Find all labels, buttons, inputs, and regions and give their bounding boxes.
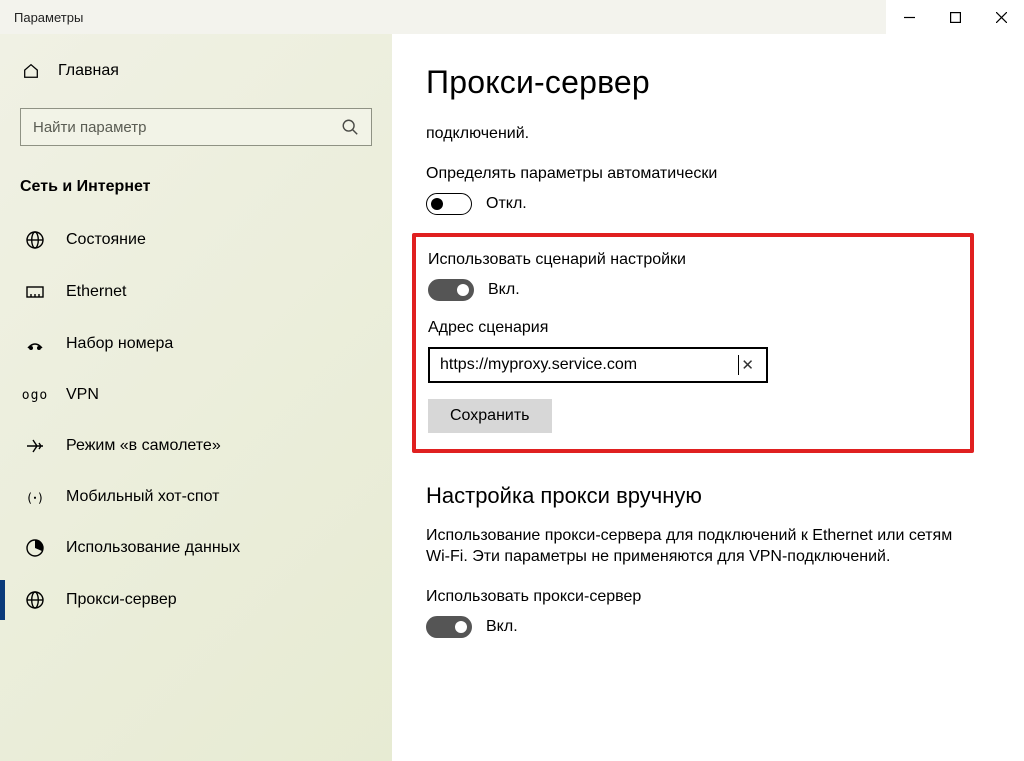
sidebar-item-dialup[interactable]: Набор номера bbox=[0, 318, 392, 370]
save-button[interactable]: Сохранить bbox=[428, 399, 552, 433]
use-script-toggle[interactable] bbox=[428, 279, 474, 301]
sidebar-item-datausage[interactable]: Использование данных bbox=[0, 522, 392, 574]
sidebar-item-label: VPN bbox=[66, 386, 99, 404]
use-proxy-state: Вкл. bbox=[486, 618, 518, 636]
home-link[interactable]: Главная bbox=[0, 54, 392, 98]
maximize-button[interactable] bbox=[932, 0, 978, 34]
close-button[interactable] bbox=[978, 0, 1024, 34]
script-address-value: https://myproxy.service.com bbox=[440, 356, 737, 374]
save-button-label: Сохранить bbox=[450, 407, 530, 424]
use-script-state: Вкл. bbox=[488, 281, 520, 299]
titlebar: Параметры bbox=[0, 0, 1024, 34]
use-proxy-label: Использовать прокси-сервер bbox=[426, 588, 956, 606]
sidebar-item-vpn[interactable]: ogo VPN bbox=[0, 370, 392, 420]
sidebar-nav: Состояние Ethernet Набор номера ogo VPN bbox=[0, 214, 392, 626]
sidebar-item-label: Прокси-сервер bbox=[66, 591, 177, 609]
airplane-icon bbox=[24, 436, 46, 456]
sidebar-item-label: Состояние bbox=[66, 231, 146, 249]
minimize-button[interactable] bbox=[886, 0, 932, 34]
sidebar-item-label: Набор номера bbox=[66, 335, 173, 353]
highlighted-section: Использовать сценарий настройки Вкл. Адр… bbox=[412, 233, 974, 453]
truncated-text: подключений. bbox=[426, 123, 956, 145]
search-placeholder: Найти параметр bbox=[33, 119, 341, 136]
globe-icon bbox=[24, 230, 46, 250]
vpn-icon: ogo bbox=[24, 388, 46, 403]
minimize-icon bbox=[904, 12, 915, 23]
content-pane: Прокси-сервер подключений. Определять па… bbox=[392, 34, 1024, 761]
sidebar-item-ethernet[interactable]: Ethernet bbox=[0, 266, 392, 318]
auto-detect-state: Откл. bbox=[486, 195, 527, 213]
sidebar-category: Сеть и Интернет bbox=[0, 170, 392, 214]
maximize-icon bbox=[950, 12, 961, 23]
sidebar-item-proxy[interactable]: Прокси-сервер bbox=[0, 574, 392, 626]
auto-detect-label: Определять параметры автоматически bbox=[426, 165, 956, 183]
page-title: Прокси-сервер bbox=[426, 64, 956, 101]
sidebar-item-status[interactable]: Состояние bbox=[0, 214, 392, 266]
ethernet-icon bbox=[24, 282, 46, 302]
home-label: Главная bbox=[58, 62, 119, 80]
window-controls bbox=[886, 0, 1024, 34]
script-address-label: Адрес сценария bbox=[428, 319, 954, 337]
search-icon bbox=[341, 118, 359, 136]
sidebar: Главная Найти параметр Сеть и Интернет С… bbox=[0, 34, 392, 761]
clear-input-button[interactable]: ✕ bbox=[739, 356, 756, 374]
search-input[interactable]: Найти параметр bbox=[20, 108, 372, 146]
dialup-icon bbox=[24, 334, 46, 354]
auto-detect-toggle[interactable] bbox=[426, 193, 472, 215]
sidebar-item-airplane[interactable]: Режим «в самолете» bbox=[0, 420, 392, 472]
manual-description: Использование прокси-сервера для подключ… bbox=[426, 525, 956, 568]
manual-heading: Настройка прокси вручную bbox=[426, 483, 956, 509]
use-proxy-toggle[interactable] bbox=[426, 616, 472, 638]
sidebar-item-label: Мобильный хот-спот bbox=[66, 488, 219, 506]
sidebar-item-label: Использование данных bbox=[66, 539, 240, 557]
sidebar-item-label: Режим «в самолете» bbox=[66, 437, 221, 455]
data-usage-icon bbox=[24, 538, 46, 558]
script-address-input[interactable]: https://myproxy.service.com ✕ bbox=[428, 347, 768, 383]
window-title: Параметры bbox=[14, 10, 83, 25]
close-icon bbox=[996, 12, 1007, 23]
sidebar-item-hotspot[interactable]: (ꞏ) Мобильный хот-спот bbox=[0, 472, 392, 522]
globe-icon bbox=[24, 590, 46, 610]
use-script-label: Использовать сценарий настройки bbox=[428, 251, 954, 269]
sidebar-item-label: Ethernet bbox=[66, 283, 126, 301]
hotspot-icon: (ꞏ) bbox=[24, 489, 46, 506]
home-icon bbox=[22, 62, 40, 80]
